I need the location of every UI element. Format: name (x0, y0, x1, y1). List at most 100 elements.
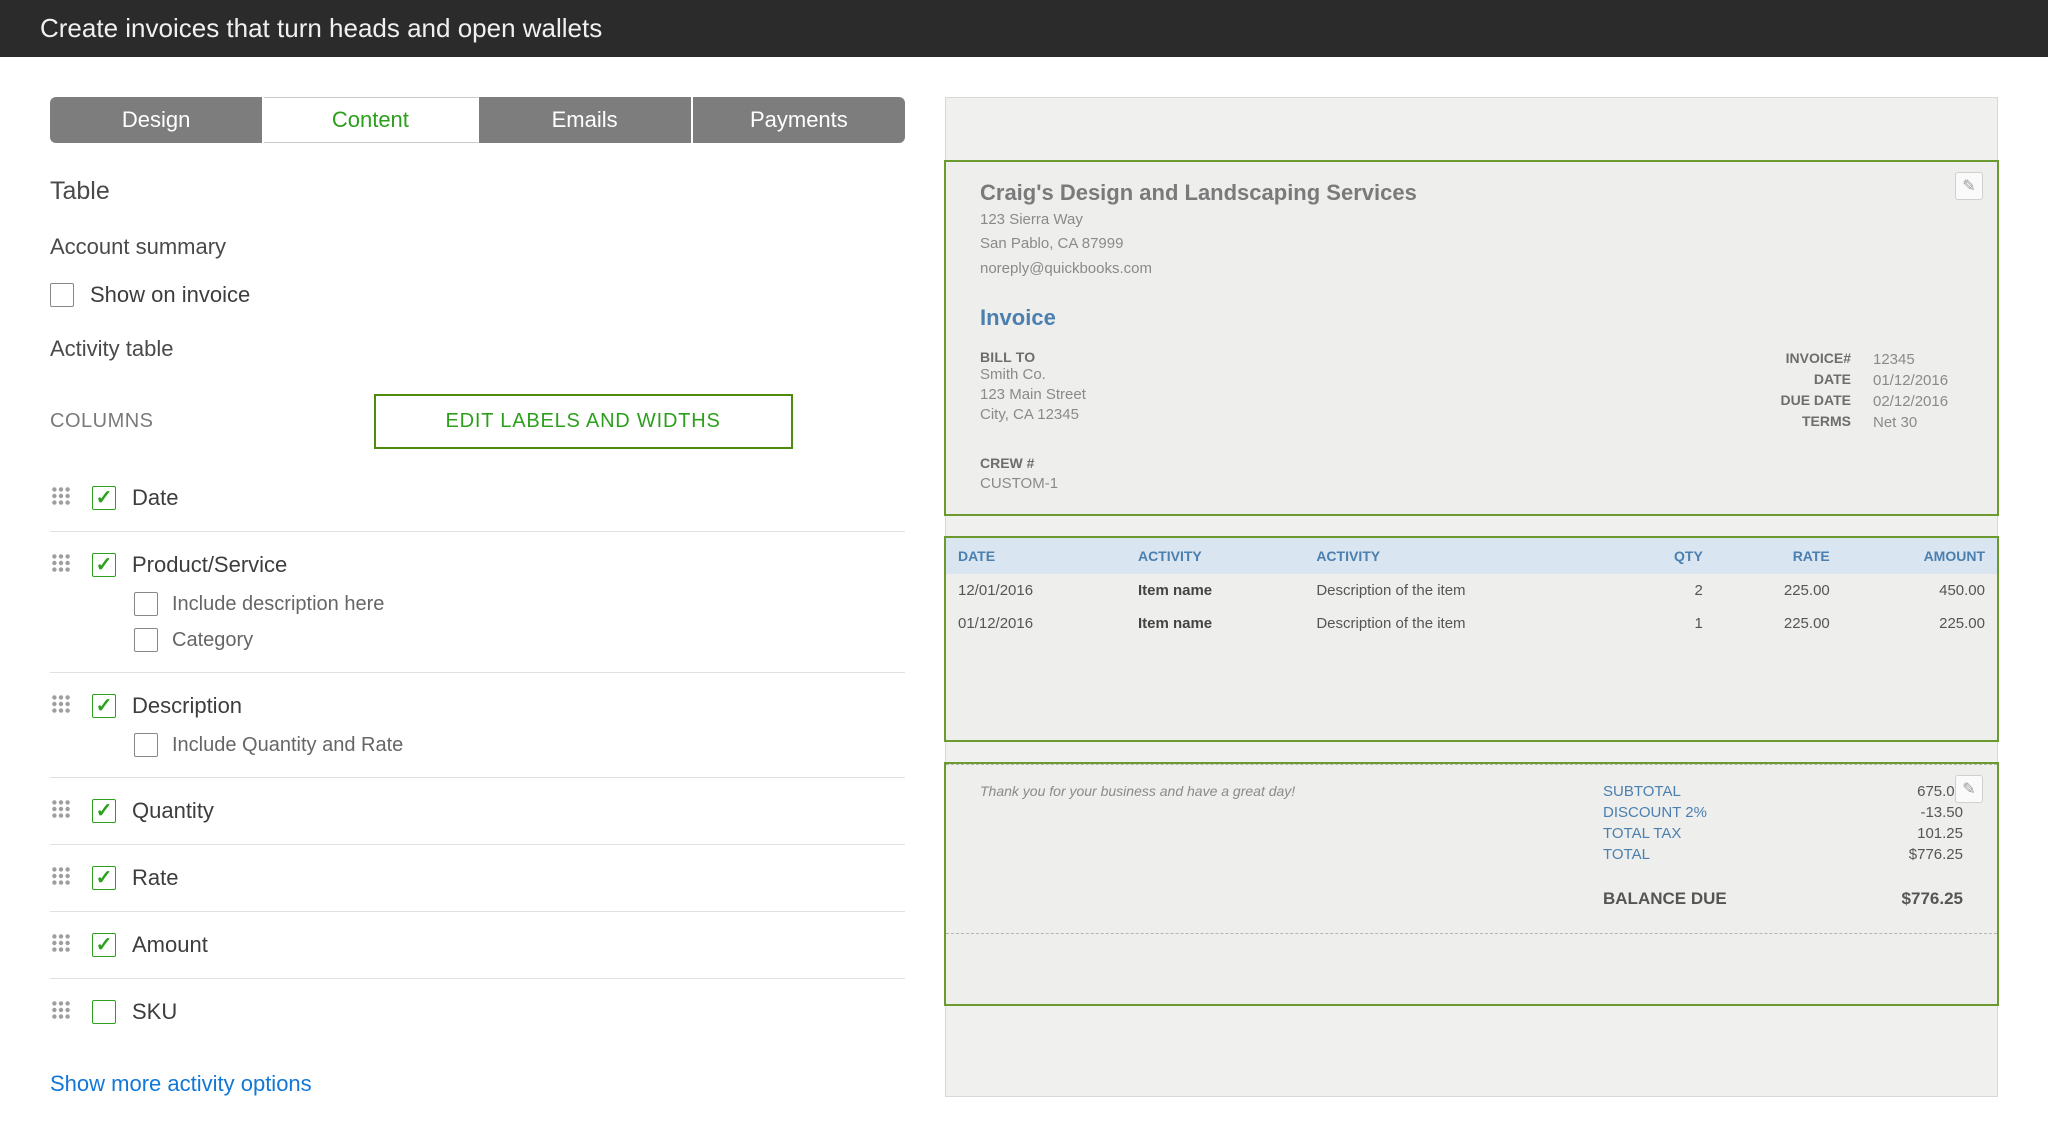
tab-content[interactable]: Content (264, 97, 478, 143)
cell-desc: Description of the item (1304, 574, 1619, 607)
columns-label: COLUMNS (50, 410, 154, 433)
column-checkbox-sku[interactable] (92, 1000, 116, 1024)
cell-item: Item name (1126, 607, 1304, 640)
column-label-rate: Rate (132, 865, 178, 891)
totals-block: SUBTOTAL675.00DISCOUNT 2%-13.50TOTAL TAX… (1603, 783, 1963, 911)
pencil-icon: ✎ (1962, 176, 1975, 196)
drag-handle-icon[interactable] (50, 999, 72, 1021)
company-name: Craig's Design and Landscaping Services (980, 180, 1963, 206)
account-summary-heading: Account summary (50, 234, 905, 260)
cell-date: 12/01/2016 (946, 574, 1126, 607)
cell-amount: 225.00 (1842, 607, 1997, 640)
company-address-2: San Pablo, CA 87999 (980, 234, 1963, 254)
column-label-description: Description (132, 693, 242, 719)
invoice-num: 12345 (1873, 349, 1963, 370)
line-items-table: DATE ACTIVITY ACTIVITY QTY RATE AMOUNT 1… (946, 538, 1997, 640)
preview-header-section[interactable]: ✎ Craig's Design and Landscaping Service… (944, 160, 1999, 516)
pencil-icon: ✎ (1962, 779, 1975, 799)
drag-handle-icon[interactable] (50, 932, 72, 954)
cell-rate: 225.00 (1715, 607, 1842, 640)
total-label: DISCOUNT 2% (1603, 804, 1707, 821)
edit-header-button[interactable]: ✎ (1955, 172, 1983, 200)
column-checkbox-date[interactable] (92, 486, 116, 510)
sub-checkbox-inc_desc_here[interactable] (134, 592, 158, 616)
sub-checkbox-inc_qty_rate[interactable] (134, 733, 158, 757)
company-address-1: 123 Sierra Way (980, 210, 1963, 230)
line-item-row: 01/12/2016Item nameDescription of the it… (946, 607, 1997, 640)
column-checkbox-amount[interactable] (92, 933, 116, 957)
drag-handle-icon[interactable] (50, 552, 72, 574)
balance-due-value: $776.25 (1902, 889, 1963, 909)
drag-handle-icon[interactable] (50, 693, 72, 715)
page-banner: Create invoices that turn heads and open… (0, 0, 2048, 57)
column-row-product: Product/Service Include description here C… (50, 532, 905, 673)
col-qty: QTY (1619, 538, 1715, 574)
balance-due-label: BALANCE DUE (1603, 889, 1727, 909)
column-row-amount: Amount (50, 912, 905, 979)
crew-value: CUSTOM-1 (980, 475, 1963, 492)
column-label-sku: SKU (132, 999, 177, 1025)
cell-date: 01/12/2016 (946, 607, 1126, 640)
total-value: $776.25 (1909, 846, 1963, 863)
show-on-invoice-label: Show on invoice (90, 282, 250, 308)
show-on-invoice-checkbox[interactable] (50, 283, 74, 307)
col-activity: ACTIVITY (1126, 538, 1304, 574)
invoice-date: 01/12/2016 (1873, 370, 1963, 391)
sub-label-inc_qty_rate: Include Quantity and Rate (172, 734, 403, 757)
thank-you-message: Thank you for your business and have a g… (980, 783, 1295, 911)
column-checkbox-description[interactable] (92, 694, 116, 718)
sub-checkbox-category[interactable] (134, 628, 158, 652)
col-rate: RATE (1715, 538, 1842, 574)
total-value: -13.50 (1920, 804, 1963, 821)
invoice-preview: ✎ Craig's Design and Landscaping Service… (945, 97, 1998, 1097)
total-label: TOTAL TAX (1603, 825, 1681, 842)
invoice-terms: Net 30 (1873, 412, 1963, 433)
columns-list: Date Product/Service Include description h… (50, 465, 905, 1045)
tabs: Design Content Emails Payments (50, 97, 905, 143)
line-item-row: 12/01/2016Item nameDescription of the it… (946, 574, 1997, 607)
col-date: DATE (946, 538, 1126, 574)
settings-panel: Design Content Emails Payments Table Acc… (50, 97, 905, 1097)
bill-to-name: Smith Co. (980, 365, 1086, 385)
cell-item: Item name (1126, 574, 1304, 607)
cell-rate: 225.00 (1715, 574, 1842, 607)
preview-footer-section[interactable]: ✎ Thank you for your business and have a… (944, 762, 1999, 1006)
column-checkbox-product[interactable] (92, 553, 116, 577)
sub-label-category: Category (172, 629, 253, 652)
column-row-description: Description Include Quantity and Rate (50, 673, 905, 778)
edit-footer-button[interactable]: ✎ (1955, 775, 1983, 803)
column-checkbox-quantity[interactable] (92, 799, 116, 823)
tab-design[interactable]: Design (50, 97, 264, 143)
show-more-activity-link[interactable]: Show more activity options (50, 1071, 312, 1097)
column-checkbox-rate[interactable] (92, 866, 116, 890)
total-label: SUBTOTAL (1603, 783, 1681, 800)
company-email: noreply@quickbooks.com (980, 259, 1963, 279)
drag-handle-icon[interactable] (50, 798, 72, 820)
edit-labels-widths-button[interactable]: EDIT LABELS AND WIDTHS (374, 394, 793, 449)
column-label-product: Product/Service (132, 552, 287, 578)
column-label-quantity: Quantity (132, 798, 214, 824)
bill-to-heading: BILL TO (980, 349, 1086, 365)
column-row-sku: SKU (50, 979, 905, 1045)
total-label: TOTAL (1603, 846, 1650, 863)
drag-handle-icon[interactable] (50, 865, 72, 887)
banner-title: Create invoices that turn heads and open… (40, 13, 602, 44)
drag-handle-icon[interactable] (50, 485, 72, 507)
invoice-terms-label: TERMS (1731, 412, 1851, 433)
column-label-date: Date (132, 485, 178, 511)
bill-to-addr1: 123 Main Street (980, 385, 1086, 405)
tab-emails[interactable]: Emails (479, 97, 693, 143)
column-row-rate: Rate (50, 845, 905, 912)
tab-payments[interactable]: Payments (693, 97, 905, 143)
crew-heading: CREW # (980, 455, 1963, 471)
preview-table-section[interactable]: DATE ACTIVITY ACTIVITY QTY RATE AMOUNT 1… (944, 536, 1999, 742)
cell-desc: Description of the item (1304, 607, 1619, 640)
col-amount: AMOUNT (1842, 538, 1997, 574)
column-row-quantity: Quantity (50, 778, 905, 845)
total-value: 101.25 (1917, 825, 1963, 842)
document-title: Invoice (980, 305, 1963, 331)
invoice-date-label: DATE (1731, 370, 1851, 391)
cell-amount: 450.00 (1842, 574, 1997, 607)
sub-label-inc_desc_here: Include description here (172, 593, 384, 616)
activity-table-heading: Activity table (50, 336, 905, 362)
